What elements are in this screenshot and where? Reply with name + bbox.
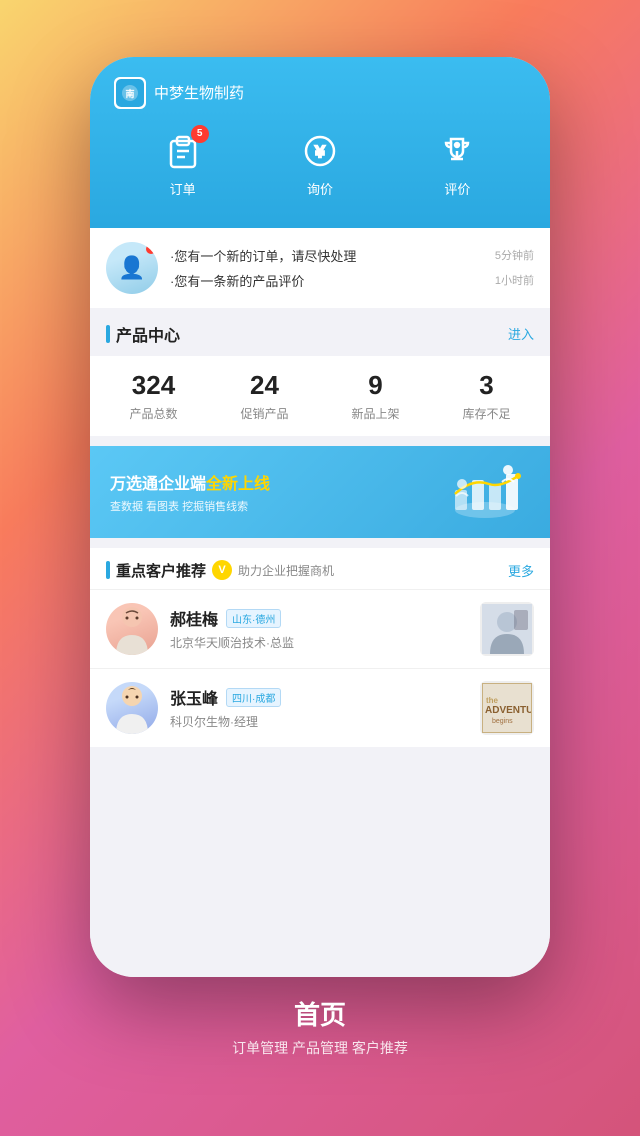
customer-row-2[interactable]: 张玉峰 四川·成都 科贝尔生物·经理 the ADVENTURE begins [90, 668, 550, 747]
customers-section-bar [106, 561, 110, 579]
main-content: 👤 ·您有一个新的订单，请尽快处理 5分钟前 ·您有一条新的产品评价 1小时前 … [90, 228, 550, 977]
banner-illustration [440, 462, 530, 522]
female-avatar-icon [106, 603, 158, 655]
header: 南 中梦生物制药 5 订单 [90, 57, 550, 228]
customer-info-1: 郝桂梅 山东·德州 北京华天顺治技术·总监 [170, 606, 468, 651]
svg-text:南: 南 [125, 88, 134, 99]
stat-total-label: 产品总数 [129, 405, 177, 422]
trophy-icon [437, 131, 477, 171]
promo-banner[interactable]: 万选通企业端全新上线 查数据 看图表 挖掘销售线索 [90, 446, 550, 538]
nav-orders[interactable]: 5 订单 [114, 129, 251, 198]
customer-name-row-1: 郝桂梅 山东·德州 [170, 606, 468, 630]
customer-name-1: 郝桂梅 [170, 606, 218, 630]
banner-text: 万选通企业端全新上线 查数据 看图表 挖掘销售线索 [110, 470, 270, 514]
notif-line-1: ·您有一个新的订单，请尽快处理 5分钟前 [170, 243, 534, 268]
notif-avatar: 👤 [106, 242, 158, 294]
banner-subtitle: 查数据 看图表 挖掘销售线索 [110, 498, 270, 514]
customers-header: 重点客户推荐 V 助力企业把握商机 更多 [90, 548, 550, 589]
stat-low-number: 3 [479, 370, 493, 401]
notif-time-2: 1小时前 [495, 272, 534, 288]
bottom-label: 首页 订单管理 产品管理 客户推荐 [232, 977, 408, 1080]
nav-icons: 5 订单 ¥ 询价 [114, 129, 526, 198]
review-label: 评价 [444, 179, 470, 198]
customer-thumb-2: the ADVENTURE begins [480, 681, 534, 735]
stat-promo-label: 促销产品 [240, 405, 288, 422]
stat-new-number: 9 [368, 370, 382, 401]
svg-text:¥: ¥ [315, 144, 325, 161]
notification-card: 👤 ·您有一个新的订单，请尽快处理 5分钟前 ·您有一条新的产品评价 1小时前 [90, 228, 550, 308]
page-title: 首页 [232, 995, 408, 1032]
notif-dot [146, 244, 156, 254]
customer-region-2: 四川·成都 [226, 688, 281, 707]
customer-name-2: 张玉峰 [170, 685, 218, 709]
inquiry-icon-wrap: ¥ [296, 129, 344, 173]
orders-icon-wrap: 5 [159, 129, 207, 173]
banner-highlight: 全新上线 [206, 476, 270, 493]
customers-section: 重点客户推荐 V 助力企业把握商机 更多 [90, 548, 550, 747]
customer-row-1[interactable]: 郝桂梅 山东·德州 北京华天顺治技术·总监 [90, 589, 550, 668]
v-badge: V [212, 560, 232, 580]
inquiry-label: 询价 [307, 179, 333, 198]
customer-avatar-2 [106, 682, 158, 734]
customers-subtitle: 助力企业把握商机 [238, 562, 334, 579]
banner-prefix: 万选通企业端 [110, 476, 206, 493]
customer-desc-2: 科贝尔生物·经理 [170, 713, 468, 730]
stat-promo-number: 24 [250, 370, 279, 401]
customer-thumb-1 [480, 602, 534, 656]
section-bar [106, 325, 110, 343]
notif-text-2: ·您有一条新的产品评价 [170, 271, 304, 290]
review-icon-wrap [433, 129, 481, 173]
nav-inquiry[interactable]: ¥ 询价 [251, 129, 388, 198]
stats-card: 324 产品总数 24 促销产品 9 新品上架 3 库存不足 [90, 356, 550, 436]
customers-title-group: 重点客户推荐 V 助力企业把握商机 [106, 560, 334, 581]
notif-text-1: ·您有一个新的订单，请尽快处理 [170, 246, 356, 265]
orders-badge: 5 [191, 125, 209, 143]
phone-frame: 南 中梦生物制药 5 订单 [90, 57, 550, 977]
stat-low-label: 库存不足 [462, 405, 510, 422]
orders-label: 订单 [170, 179, 196, 198]
brand-name: 中梦生物制药 [154, 82, 244, 103]
notif-time-1: 5分钟前 [495, 247, 534, 263]
customers-title: 重点客户推荐 [116, 560, 206, 581]
svg-text:ADVENTURE: ADVENTURE [485, 705, 532, 716]
customer-name-row-2: 张玉峰 四川·成都 [170, 685, 468, 709]
product-center-title: 产品中心 [106, 322, 180, 346]
banner-title: 万选通企业端全新上线 [110, 470, 270, 494]
page-subtitle: 订单管理 产品管理 客户推荐 [232, 1038, 408, 1058]
customer-info-2: 张玉峰 四川·成都 科贝尔生物·经理 [170, 685, 468, 730]
stat-low: 3 库存不足 [462, 370, 510, 422]
stat-total-number: 324 [132, 370, 175, 401]
customers-more-link[interactable]: 更多 [508, 561, 534, 580]
stat-new: 9 新品上架 [351, 370, 399, 422]
notif-line-2: ·您有一条新的产品评价 1小时前 [170, 268, 534, 293]
chart-illustration [440, 462, 530, 522]
nav-review[interactable]: 评价 [389, 129, 526, 198]
brand-row: 南 中梦生物制药 [114, 77, 526, 109]
notif-lines: ·您有一个新的订单，请尽快处理 5分钟前 ·您有一条新的产品评价 1小时前 [170, 243, 534, 293]
customer-avatar-1 [106, 603, 158, 655]
stats-row: 324 产品总数 24 促销产品 9 新品上架 3 库存不足 [98, 370, 542, 422]
customer-region-1: 山东·德州 [226, 609, 281, 628]
svg-text:begins: begins [492, 718, 513, 725]
yen-icon: ¥ [300, 131, 340, 171]
product-center-header: 产品中心 进入 [90, 308, 550, 356]
product-center-link[interactable]: 进入 [508, 324, 534, 343]
male-avatar-icon [106, 682, 158, 734]
svg-text:the: the [486, 696, 499, 705]
stat-promo: 24 促销产品 [240, 370, 288, 422]
stat-new-label: 新品上架 [351, 405, 399, 422]
brand-logo: 南 [114, 77, 146, 109]
product-center-label: 产品中心 [116, 322, 180, 346]
customer-desc-1: 北京华天顺治技术·总监 [170, 634, 468, 651]
stat-total: 324 产品总数 [129, 370, 177, 422]
